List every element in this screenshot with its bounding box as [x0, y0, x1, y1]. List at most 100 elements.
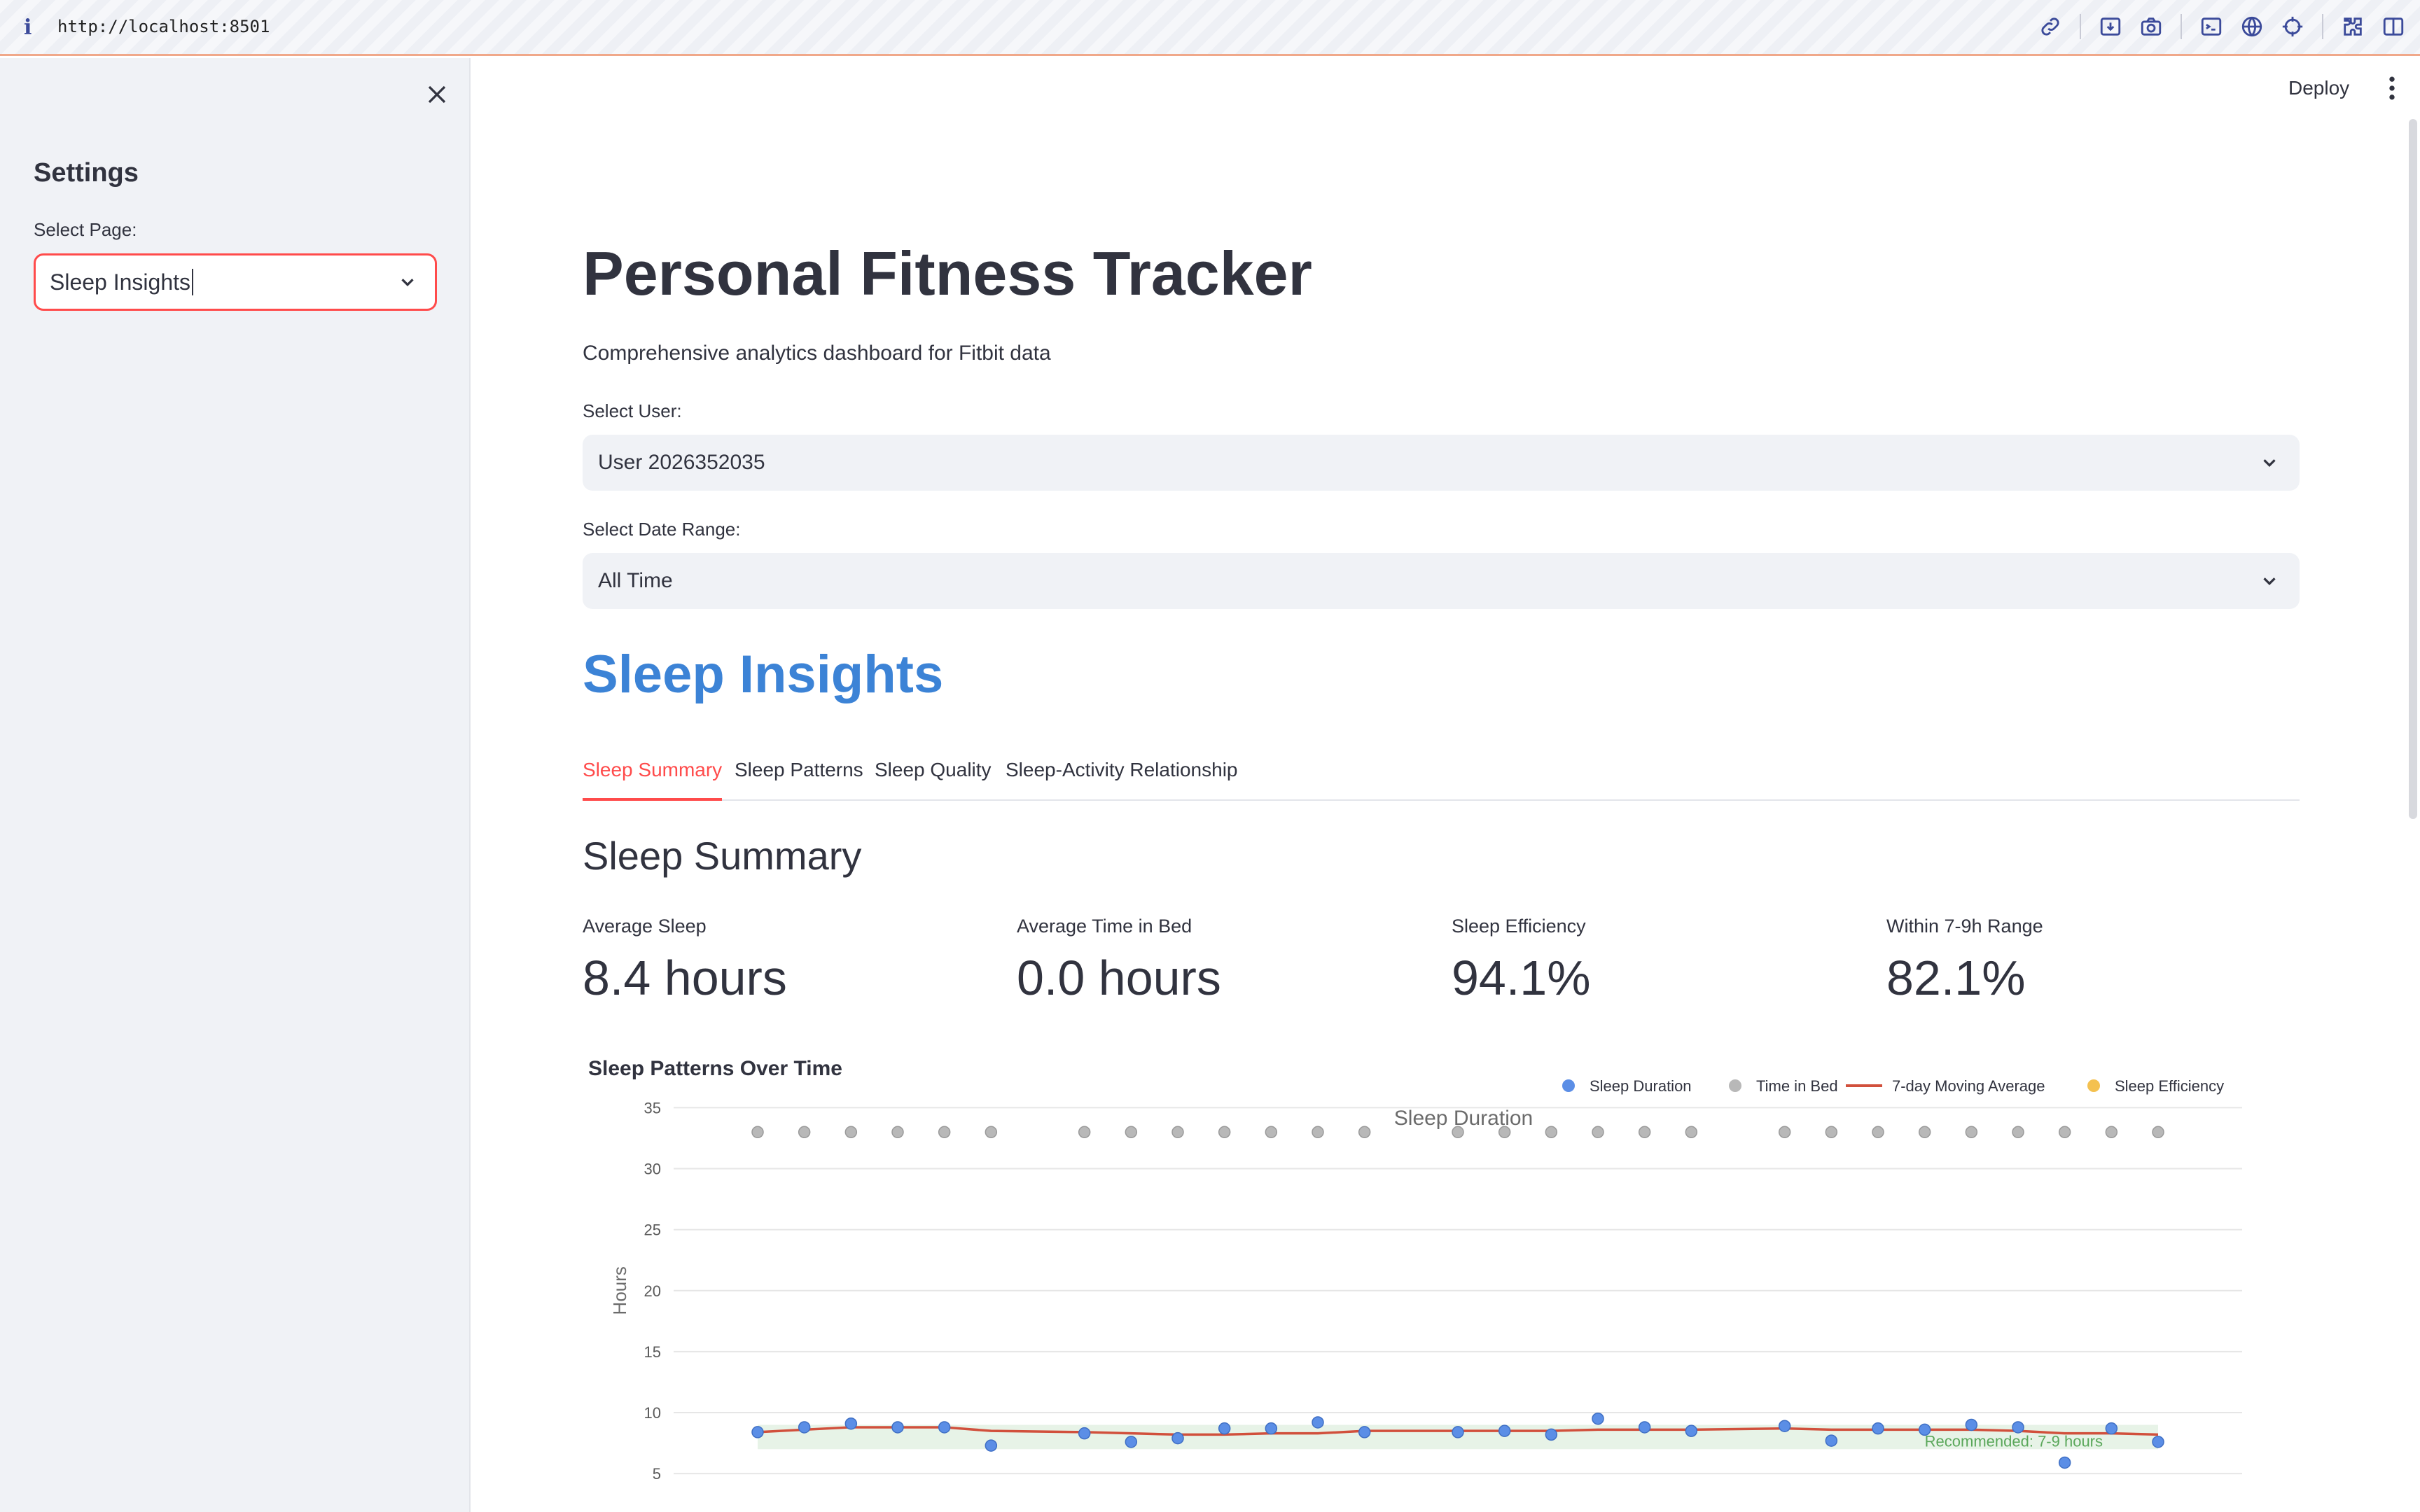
user-select-label: Select User: — [583, 400, 682, 421]
browser-toolbar: i http://localhost:8501 — [0, 0, 2420, 56]
time-in-bed-point — [1265, 1126, 1278, 1139]
time-in-bed-point — [1638, 1126, 1651, 1139]
time-in-bed-point — [1498, 1126, 1511, 1139]
sleep-duration-point — [1545, 1428, 1558, 1441]
time-in-bed-point — [1918, 1126, 1931, 1139]
time-in-bed-point — [1452, 1126, 1464, 1139]
time-in-bed-point — [891, 1126, 904, 1139]
y-tick-label: 25 — [644, 1222, 661, 1239]
time-in-bed-point — [844, 1126, 858, 1139]
globe-icon[interactable] — [2238, 13, 2266, 41]
time-in-bed-point — [1778, 1126, 1791, 1139]
page-select-label: Select Page: — [34, 219, 137, 240]
sleep-duration-point — [2012, 1421, 2024, 1434]
y-tick-label: 15 — [644, 1343, 661, 1361]
sleep-duration-point — [1218, 1422, 1231, 1435]
camera-icon[interactable] — [2137, 13, 2165, 41]
section-title: Sleep Insights — [583, 645, 944, 704]
sleep-duration-point — [1265, 1422, 1278, 1435]
page-title: Personal Fitness Tracker — [583, 239, 1312, 308]
metric-value: 82.1% — [1886, 951, 2026, 1005]
time-in-bed-point — [1218, 1126, 1231, 1139]
chevron-down-icon — [2259, 452, 2280, 473]
browser-toolbar-icons — [2024, 13, 2407, 41]
terminal-icon[interactable] — [2197, 13, 2225, 41]
metric-average-sleep: Average Sleep 8.4 hours — [583, 916, 787, 1006]
metric-value: 94.1% — [1452, 951, 1591, 1005]
download-icon[interactable] — [2096, 13, 2125, 41]
time-in-bed-point — [1592, 1126, 1604, 1139]
sleep-duration-point — [1872, 1422, 1884, 1435]
recommended-band-label: Recommended: 7-9 hours — [1925, 1432, 2103, 1450]
sleep-duration-point — [2152, 1436, 2164, 1448]
sleep-duration-point — [1918, 1423, 1931, 1436]
close-sidebar-icon[interactable] — [422, 79, 452, 110]
metric-average-time-in-bed: Average Time in Bed 0.0 hours — [1017, 916, 1221, 1006]
time-in-bed-point — [1965, 1126, 1978, 1139]
sleep-duration-point — [751, 1426, 764, 1438]
time-in-bed-point — [1312, 1126, 1324, 1139]
toolbar-divider — [2181, 14, 2182, 39]
legend-label: Sleep Efficiency — [2115, 1077, 2224, 1095]
date-range-select[interactable]: All Time — [583, 553, 2300, 609]
sleep-duration-point — [2058, 1456, 2071, 1469]
y-tick-label: 35 — [644, 1099, 661, 1116]
y-tick-label: 5 — [653, 1465, 661, 1483]
time-in-bed-point — [2105, 1126, 2118, 1139]
sleep-duration-point — [1358, 1426, 1371, 1438]
user-select-value: User 2026352035 — [598, 451, 765, 474]
sleep-duration-point — [1452, 1426, 1464, 1438]
y-tick-label: 30 — [644, 1161, 661, 1178]
user-select[interactable]: User 2026352035 — [583, 435, 2300, 491]
time-in-bed-point — [1685, 1126, 1698, 1139]
sleep-duration-point — [798, 1421, 811, 1434]
toolbar-divider — [2322, 14, 2323, 39]
crosshair-icon[interactable] — [2279, 13, 2307, 41]
legend-label: Sleep Duration — [1590, 1077, 1692, 1095]
tab-sleep-activity[interactable]: Sleep-Activity Relationship — [1006, 759, 1238, 801]
y-tick-label: 20 — [644, 1282, 661, 1300]
sleep-duration-point — [1078, 1427, 1091, 1440]
time-in-bed-point — [1872, 1126, 1884, 1139]
metric-label: Average Sleep — [583, 916, 707, 937]
tab-sleep-quality[interactable]: Sleep Quality — [875, 759, 992, 801]
sleep-duration-point — [891, 1421, 904, 1434]
main-menu-icon[interactable] — [2379, 73, 2405, 104]
page-select-value: Sleep Insights — [50, 269, 191, 295]
sleep-duration-point — [1171, 1432, 1184, 1445]
deploy-button[interactable]: Deploy — [2288, 77, 2349, 99]
chevron-down-icon — [397, 272, 418, 293]
time-in-bed-point — [2058, 1126, 2071, 1139]
metric-sleep-efficiency: Sleep Efficiency 94.1% — [1452, 916, 1590, 1006]
sleep-duration-point — [1498, 1424, 1511, 1437]
link-icon[interactable] — [2036, 13, 2064, 41]
sleep-patterns-chart[interactable]: 5 10 15 20 25 30 35 Hours Sleep Duration Recommen… — [583, 1064, 2305, 1498]
sleep-duration-point — [1638, 1421, 1651, 1434]
sleep-tabs: Sleep Summary Sleep Patterns Sleep Quali… — [583, 757, 2300, 801]
sleep-duration-point — [985, 1439, 998, 1452]
y-axis-label: Hours — [609, 1266, 630, 1315]
legend-label: 7-day Moving Average — [1892, 1077, 2045, 1095]
legend-label: Time in Bed — [1756, 1077, 1838, 1095]
sleep-duration-point — [938, 1421, 951, 1434]
time-in-bed-point — [751, 1126, 764, 1139]
chart-subtitle: Sleep Duration — [1394, 1107, 1533, 1130]
time-in-bed-point — [1078, 1126, 1091, 1139]
time-in-bed-point — [798, 1126, 811, 1139]
toolbar-divider — [2080, 14, 2081, 39]
sleep-duration-point — [1825, 1434, 1838, 1447]
main-scrollbar[interactable] — [2409, 119, 2417, 819]
extensions-icon[interactable] — [2339, 13, 2367, 41]
metric-value: 8.4 hours — [583, 951, 787, 1005]
page-select[interactable]: Sleep Insights — [34, 253, 437, 311]
time-in-bed-point — [1545, 1126, 1558, 1139]
info-icon[interactable]: i — [24, 15, 32, 40]
tab-sleep-summary[interactable]: Sleep Summary — [583, 759, 723, 801]
legend-swatch — [1729, 1079, 1741, 1092]
metric-label: Within 7-9h Range — [1886, 916, 2043, 937]
time-in-bed-point — [985, 1126, 998, 1139]
sleep-duration-point — [1312, 1416, 1324, 1429]
split-view-icon[interactable] — [2379, 13, 2407, 41]
url-bar[interactable]: http://localhost:8501 — [57, 17, 270, 36]
tab-sleep-patterns[interactable]: Sleep Patterns — [735, 759, 863, 801]
